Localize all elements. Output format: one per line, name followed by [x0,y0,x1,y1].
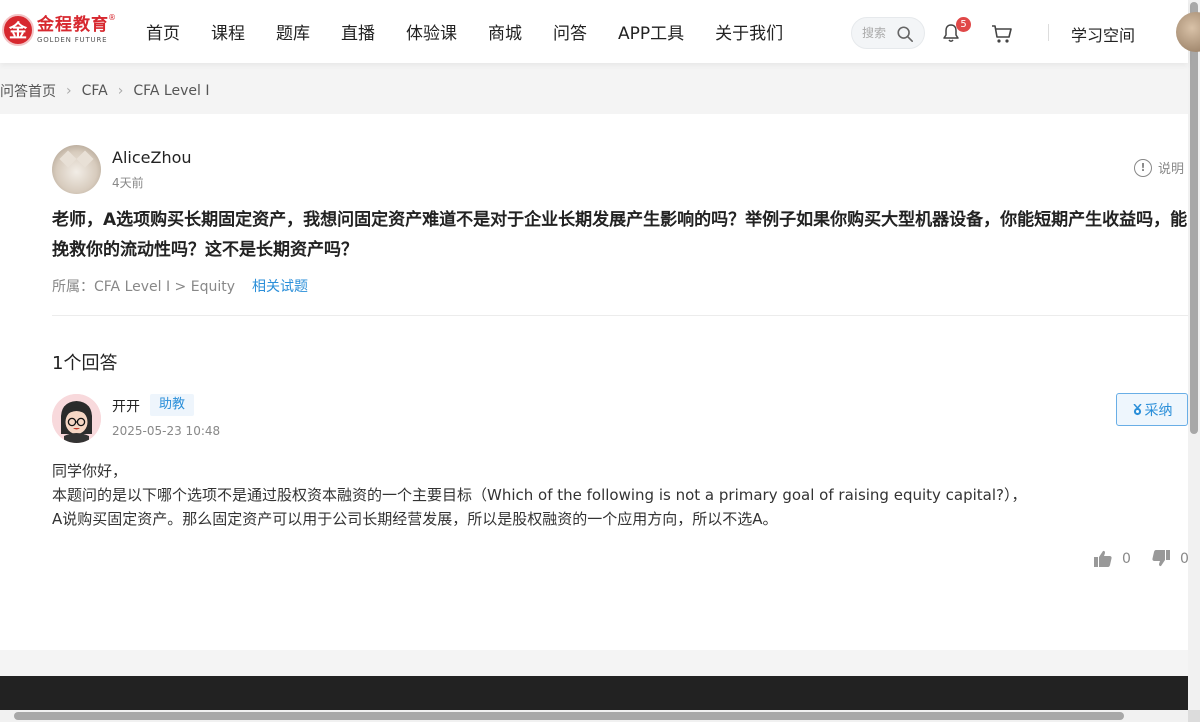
registered-mark: ® [108,13,116,22]
breadcrumb-qa-home[interactable]: 问答首页 [0,81,56,101]
cart-icon[interactable] [991,24,1013,44]
explain-label: 说明 [1158,162,1185,177]
dislike-button[interactable]: 0 [1152,550,1189,567]
explain-button[interactable]: ! 说明 [1134,158,1184,177]
logo-name-en: GOLDEN FUTURE [37,35,108,44]
nav-item-app-tools[interactable]: APP工具 [618,19,684,44]
site-logo[interactable]: 金 金程教育 GOLDEN FUTURE ® [2,13,116,46]
vertical-scrollbar-thumb[interactable] [1190,2,1198,434]
info-icon: ! [1134,158,1152,177]
site-footer [0,676,1188,710]
search-icon[interactable] [896,25,914,43]
nav-item-mall[interactable]: 商城 [488,19,522,44]
search-input[interactable] [862,26,894,40]
footer-spacer [0,650,1188,676]
cartoon-avatar-icon [52,394,101,443]
nav-item-qa[interactable]: 问答 [553,19,587,44]
divider [52,315,1188,316]
logo-mark: 金 [2,14,34,46]
thumbs-down-icon [1152,550,1170,567]
logo-text: 金程教育 GOLDEN FUTURE [37,14,109,44]
teaching-assistant-badge: 助教 [150,394,195,416]
logo-name-cn: 金程教育 [37,14,109,35]
question-category: 所属：CFA Level I > Equity [52,279,236,295]
top-header: 金 金程教育 GOLDEN FUTURE ® 首页 课程 题库 直播 体验课 商… [0,0,1200,63]
nav-item-courses[interactable]: 课程 [211,19,245,44]
like-count: 0 [1122,550,1131,567]
study-space-link[interactable]: 学习空间 [1071,22,1135,46]
horizontal-scrollbar[interactable] [0,710,1188,722]
question-detail: AliceZhou 4天前 ! 说明 老师，A选项购买长期固定资产，我想问固定资… [0,114,1189,650]
asker-avatar[interactable] [52,145,101,194]
answer-explanation: 本题问的是以下哪个选项不是通过股权资本融资的一个主要目标（Which of th… [52,486,1027,528]
chevron-right-icon: › [66,83,72,99]
nav-item-question-bank[interactable]: 题库 [276,19,310,44]
answer-count: 1个回答 [52,353,118,374]
question-time: 4天前 [112,176,144,190]
like-button[interactable]: 0 [1094,550,1131,567]
breadcrumb-cfa-level-1[interactable]: CFA Level I [133,83,209,99]
question-text: 老师，A选项购买长期固定资产，我想问固定资产难道不是对于企业长期发展产生影响的吗… [52,210,1188,260]
accept-answer-button[interactable]: 采纳 [1116,393,1188,426]
thumbs-up-icon [1094,550,1112,567]
answer-time: 2025-05-23 10:48 [112,424,221,438]
nav-item-trial-class[interactable]: 体验课 [406,19,457,44]
answerer-name[interactable]: 开开 [112,396,140,416]
cat-ear [59,150,77,168]
answerer-avatar[interactable] [52,394,101,443]
search-box [851,17,925,49]
answer-greeting: 同学你好， [52,462,128,480]
horizontal-scrollbar-thumb[interactable] [14,712,1124,720]
nav-item-home[interactable]: 首页 [146,19,180,44]
notification-badge: 5 [956,17,971,32]
user-avatar[interactable] [1176,12,1200,52]
nav-item-about[interactable]: 关于我们 [715,19,783,44]
nav-item-live[interactable]: 直播 [341,19,375,44]
accept-label: 采纳 [1144,402,1173,419]
main-nav: 首页 课程 题库 直播 体验课 商城 问答 APP工具 关于我们 [146,0,814,63]
answer-content: 同学你好， 本题问的是以下哪个选项不是通过股权资本融资的一个主要目标（Which… [52,459,1032,531]
breadcrumb-cfa[interactable]: CFA [82,83,108,99]
scrollbar-corner [1188,710,1200,722]
breadcrumb-bar: 问答首页 › CFA › CFA Level I [0,63,1188,114]
cat-ear [76,150,94,168]
related-questions-link[interactable]: 相关试题 [252,276,308,296]
medal-icon [1132,403,1142,415]
chevron-right-icon: › [117,83,124,99]
asker-name[interactable]: AliceZhou [112,148,192,167]
breadcrumb: 问答首页 › CFA › CFA Level I [0,81,209,101]
vertical-scrollbar[interactable] [1188,0,1200,710]
header-divider [1048,24,1049,41]
